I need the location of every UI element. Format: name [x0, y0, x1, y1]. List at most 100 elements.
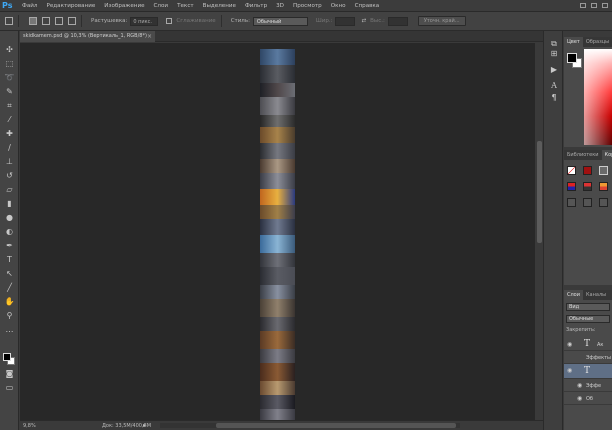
- swap-dimensions-icon[interactable]: ⇄: [361, 18, 366, 24]
- subtract-selection-icon[interactable]: [55, 17, 63, 25]
- gradient-icon[interactable]: ▮: [4, 199, 15, 209]
- quick-mask-icon[interactable]: ◙: [4, 369, 15, 379]
- intersect-selection-icon[interactable]: [68, 17, 76, 25]
- move-icon[interactable]: ✣: [4, 45, 15, 55]
- maximize-icon[interactable]: [591, 3, 597, 8]
- more-tools-icon[interactable]: …: [4, 325, 15, 335]
- line-icon[interactable]: ╱: [4, 283, 15, 293]
- document-image: [260, 49, 295, 420]
- layer-effects-row[interactable]: Эффекты: [564, 351, 612, 364]
- adjustment-preset-icon[interactable]: [599, 198, 608, 207]
- visibility-eye-icon[interactable]: ◉: [567, 341, 572, 348]
- tab-layers[interactable]: Слои: [564, 290, 583, 300]
- history-brush-icon[interactable]: ↺: [4, 171, 15, 181]
- menu-edit[interactable]: Редактирование: [46, 3, 95, 9]
- style-select[interactable]: Обычный: [252, 16, 308, 26]
- actions-icon[interactable]: ▶: [549, 65, 559, 75]
- horizontal-scrollbar[interactable]: [160, 423, 460, 428]
- quick-select-icon[interactable]: ✎: [4, 87, 15, 97]
- menu-layers[interactable]: Слои: [154, 3, 169, 9]
- status-menu-icon[interactable]: ▸: [143, 422, 146, 429]
- clone-stamp-icon[interactable]: ⊥: [4, 157, 15, 167]
- pen-icon[interactable]: ✒: [4, 241, 15, 251]
- visibility-eye-icon[interactable]: ◉: [577, 382, 582, 389]
- blend-mode-select[interactable]: Обычные: [566, 315, 610, 323]
- antialias-checkbox[interactable]: [166, 18, 173, 24]
- adjustment-preset-icon[interactable]: [583, 166, 592, 175]
- refine-edge-button[interactable]: Уточн. край...: [417, 16, 466, 26]
- menu-file[interactable]: Файл: [22, 3, 37, 9]
- close-icon[interactable]: ×: [147, 31, 152, 42]
- adjustment-preset-icon[interactable]: [599, 166, 608, 175]
- hand-icon[interactable]: ✋: [4, 297, 15, 307]
- path-selection-icon[interactable]: ↖: [4, 269, 15, 279]
- tab-adjustments[interactable]: Корр: [601, 150, 612, 160]
- color-picker: [564, 47, 612, 147]
- crop-icon[interactable]: ⌗: [4, 101, 15, 111]
- lasso-icon[interactable]: ➰: [4, 73, 15, 83]
- brush-icon[interactable]: ∕: [4, 143, 15, 153]
- visibility-eye-icon[interactable]: ◉: [577, 395, 582, 402]
- document-tab[interactable]: skidkamem.psd @ 10,3% (Вертикаль_1, RGB/…: [20, 31, 155, 42]
- healing-brush-icon[interactable]: ✚: [4, 129, 15, 139]
- eyedropper-icon[interactable]: ⁄: [4, 115, 15, 125]
- menu-filter[interactable]: Фильтр: [245, 3, 267, 9]
- rect-marquee-icon[interactable]: ⬚: [4, 59, 15, 69]
- visibility-eye-icon[interactable]: ◉: [567, 367, 572, 374]
- close-icon[interactable]: [602, 3, 608, 8]
- adjustment-preset-icon[interactable]: [567, 198, 576, 207]
- menu-view[interactable]: Просмотр: [293, 3, 322, 9]
- new-selection-icon[interactable]: [29, 17, 37, 25]
- foreground-color-swatch[interactable]: [567, 53, 577, 63]
- layer-row-selected[interactable]: ◉ T: [564, 364, 612, 379]
- dodge-icon[interactable]: ◐: [4, 227, 15, 237]
- feather-input[interactable]: 0 пикс.: [130, 16, 159, 26]
- layer-filter-select[interactable]: Вид: [566, 303, 610, 311]
- layer-effects-row[interactable]: ◉ Об: [564, 392, 612, 405]
- color-spectrum[interactable]: [584, 49, 612, 145]
- tab-libraries[interactable]: Библиотеки: [564, 150, 602, 160]
- color-panel: Цвет Образцы: [564, 37, 612, 147]
- menu-select[interactable]: Выделение: [203, 3, 236, 9]
- history-icon[interactable]: ⧉: [549, 39, 559, 49]
- zoom-icon[interactable]: ⚲: [4, 311, 15, 321]
- height-input[interactable]: [387, 16, 408, 26]
- marquee-preset-icon[interactable]: [5, 17, 13, 25]
- width-input[interactable]: [335, 16, 356, 26]
- tab-color[interactable]: Цвет: [564, 37, 583, 47]
- screen-mode-icon[interactable]: ▭: [4, 383, 15, 393]
- vertical-scrollbar[interactable]: [536, 43, 543, 420]
- banner-thumbnail: [260, 115, 295, 127]
- zoom-level[interactable]: 9,8%: [23, 423, 36, 429]
- menu-window[interactable]: Окно: [331, 3, 346, 9]
- properties-icon[interactable]: ⊞: [549, 49, 559, 59]
- banner-thumbnail: [260, 349, 295, 363]
- adjustment-preset-icon[interactable]: [599, 182, 608, 191]
- add-selection-icon[interactable]: [42, 17, 50, 25]
- tab-channels[interactable]: Каналы: [583, 290, 609, 300]
- foreground-color-swatch[interactable]: [3, 353, 11, 361]
- menu-type[interactable]: Текст: [177, 3, 194, 9]
- menu-image[interactable]: Изображение: [104, 3, 144, 9]
- scrollbar-thumb[interactable]: [537, 141, 542, 243]
- banner-thumbnail: [260, 381, 295, 395]
- adjustments-grid: [564, 160, 612, 285]
- canvas-area[interactable]: [20, 43, 535, 420]
- text-layer-icon: T: [584, 366, 591, 376]
- adjustment-preset-icon[interactable]: [567, 182, 576, 191]
- adjustment-preset-icon[interactable]: [583, 198, 592, 207]
- no-adjustment-icon[interactable]: [567, 166, 576, 175]
- layer-effects-row[interactable]: ◉ Эффе: [564, 379, 612, 392]
- tab-swatches[interactable]: Образцы: [583, 37, 612, 47]
- scrollbar-thumb[interactable]: [216, 423, 456, 428]
- paragraph-icon[interactable]: ¶: [549, 93, 559, 103]
- menu-help[interactable]: Справка: [355, 3, 380, 9]
- adjustment-preset-icon[interactable]: [583, 182, 592, 191]
- type-icon[interactable]: T: [4, 255, 15, 265]
- layer-row[interactable]: ◉ T Ак: [564, 338, 612, 351]
- menu-3d[interactable]: 3D: [276, 3, 284, 9]
- character-icon[interactable]: A: [549, 81, 559, 91]
- minimize-icon[interactable]: [580, 3, 586, 8]
- blur-icon[interactable]: ●: [4, 213, 15, 223]
- eraser-icon[interactable]: ▱: [4, 185, 15, 195]
